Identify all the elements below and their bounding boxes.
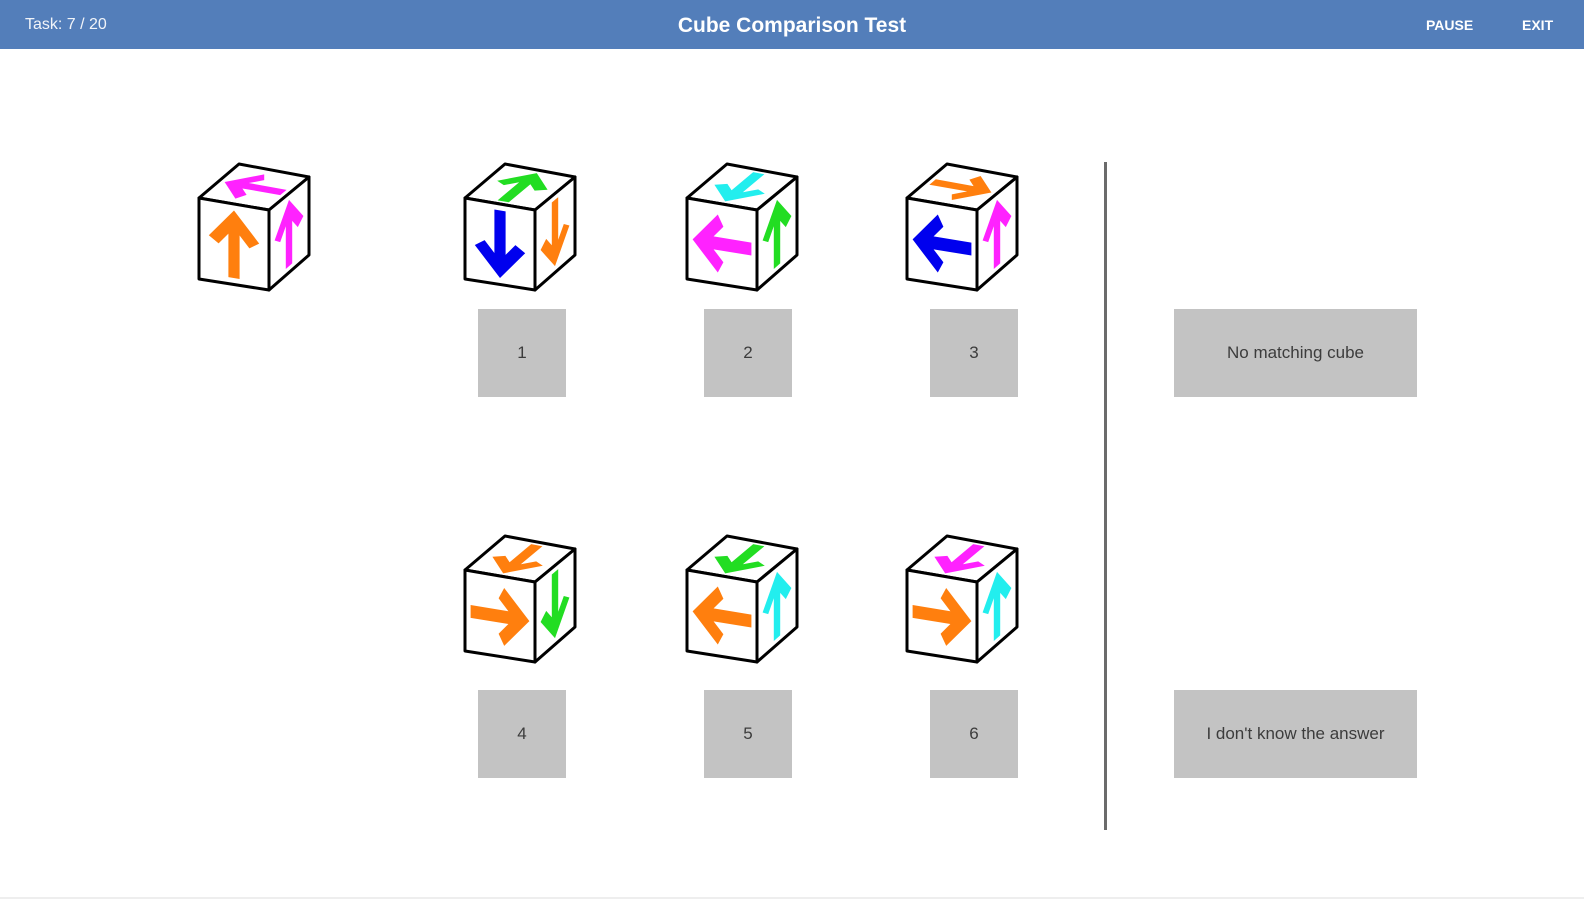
option-button-3[interactable]: 3: [930, 309, 1018, 397]
option-cube-4: [463, 534, 577, 664]
option-cube-3: [905, 162, 1019, 292]
vertical-divider: [1104, 162, 1107, 830]
option-cube-6: [905, 534, 1019, 664]
option-button-6[interactable]: 6: [930, 690, 1018, 778]
option-button-1[interactable]: 1: [478, 309, 566, 397]
task-counter: Task: 7 / 20: [25, 16, 107, 33]
option-cube-2: [685, 162, 799, 292]
page-title: Cube Comparison Test: [677, 14, 907, 37]
bottom-divider: [0, 897, 1584, 899]
reference-cube: [197, 162, 311, 292]
option-button-5[interactable]: 5: [704, 690, 792, 778]
dont-know-button[interactable]: I don't know the answer: [1174, 690, 1417, 778]
no-matching-cube-button[interactable]: No matching cube: [1174, 309, 1417, 397]
exit-button[interactable]: EXIT: [1522, 0, 1553, 50]
option-button-2[interactable]: 2: [704, 309, 792, 397]
option-button-4[interactable]: 4: [478, 690, 566, 778]
pause-button[interactable]: PAUSE: [1426, 0, 1473, 50]
top-app-bar: Task: 7 / 20 Cube Comparison Test PAUSE …: [0, 0, 1584, 49]
option-cube-5: [685, 534, 799, 664]
option-cube-1: [463, 162, 577, 292]
